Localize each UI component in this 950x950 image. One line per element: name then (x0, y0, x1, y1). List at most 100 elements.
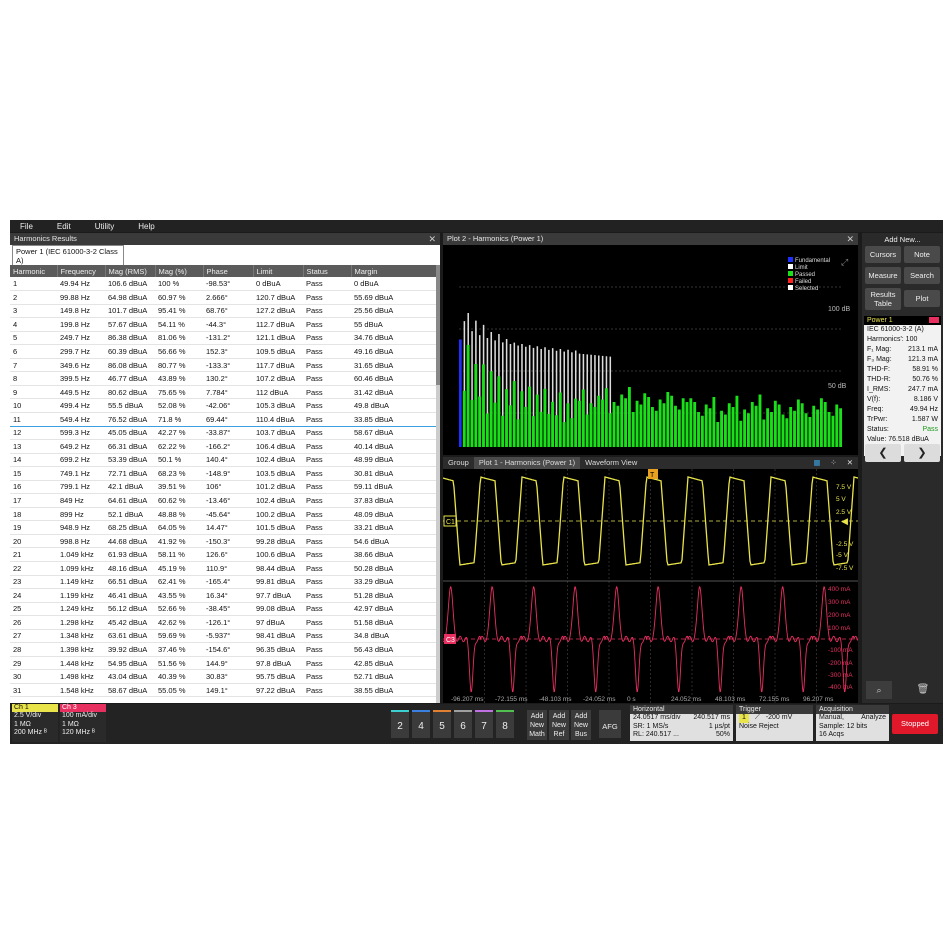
trash-icon[interactable]: 🗑 (910, 681, 936, 699)
close-icon[interactable]: ✕ (842, 457, 858, 469)
column-header[interactable]: Margin (351, 265, 436, 277)
scroll-thumb[interactable] (436, 265, 440, 385)
table-row[interactable]: 13 649.2 Hz 66.31 dBuA 62.22 % -166.2° 106.4 … (10, 439, 436, 454)
zoom-icon[interactable]: ⌕ (866, 681, 892, 699)
table-row[interactable]: 27 1.348 kHz 63.61 dBuA 59.69 % -5.937° 98.41… (10, 629, 436, 644)
table-row[interactable]: 6 299.7 Hz 60.39 dBuA 56.66 % 152.3° 109.5 dB… (10, 344, 436, 359)
table-row[interactable]: 5 249.7 Hz 86.38 dBuA 81.06 % -131.2° 121.1 d… (10, 331, 436, 346)
table-row[interactable]: 1 49.94 Hz 106.6 dBuA 100 % -98.53° 0 dBuA Pas… (10, 277, 436, 292)
measure-button[interactable]: Measure (865, 267, 901, 284)
table-row[interactable]: 2 99.88 Hz 64.98 dBuA 60.97 % 2.666° 120.7 dB… (10, 290, 436, 305)
tab-plot1[interactable]: Plot 1 - Harmonics (Power 1) (473, 457, 581, 469)
results-table-button[interactable]: Results Table (865, 288, 901, 310)
table-row[interactable]: 3 149.8 Hz 101.7 dBuA 95.41 % 68.76° 127.2 dB… (10, 304, 436, 319)
ch3-badge[interactable]: Ch 3 100 mA/div 1 MΩ 120 MHz ᴮ (60, 704, 106, 742)
passed-bar (531, 416, 535, 447)
table-row[interactable]: 25 1.249 kHz 56.12 dBuA 52.66 % -38.45° 99.08… (10, 602, 436, 617)
channel-8-button[interactable]: 8 (496, 710, 514, 738)
table-row[interactable]: 7 349.6 Hz 86.08 dBuA 80.77 % -133.3° 117.7 d… (10, 358, 436, 373)
table-row[interactable]: 4 199.8 Hz 57.67 dBuA 54.11 % -44.3° 112.7 dB… (10, 317, 436, 332)
waveform-svg[interactable]: C1 7.5 V 5 V 2.5 V -2.5 V -5 V -7.5 V T ◀ C3 400 m… (443, 469, 858, 703)
table-row[interactable]: 29 1.448 kHz 54.95 dBuA 51.56 % 144.9° 97.8 d… (10, 656, 436, 671)
table-row[interactable]: 19 948.9 Hz 68.25 dBuA 64.05 % 14.47° 101.5 d… (10, 520, 436, 535)
table-row[interactable]: 23 1.149 kHz 66.51 dBuA 62.41 % -165.4° 99.81… (10, 575, 436, 590)
table-row[interactable]: 21 1.049 kHz 61.93 dBuA 58.11 % 126.6° 100.6 … (10, 547, 436, 562)
column-header[interactable]: Status (303, 265, 352, 277)
channel-6-button[interactable]: 6 (454, 710, 472, 738)
trigger-badge[interactable]: Trigger 1 ⟋ -200 mV Noise Reject (736, 705, 813, 741)
note-button[interactable]: Note (904, 246, 940, 263)
table-row[interactable]: 15 749.1 Hz 72.71 dBuA 68.23 % -148.9° 103.5 … (10, 466, 436, 481)
run-stop-button[interactable]: Stopped (892, 714, 938, 734)
table-cell: 40.14 dBuA (351, 439, 436, 454)
channel-2-button[interactable]: 2 (391, 710, 409, 738)
table-row[interactable]: 17 849 Hz 64.61 dBuA 60.62 % -13.46° 102.4 dB… (10, 493, 436, 508)
tab-waveform-view[interactable]: Waveform View (580, 457, 642, 469)
harmonics-bar-plot[interactable]: 50 dB 100 dB Fundamental Limit Passed Failed S… (443, 245, 858, 455)
label: New (529, 722, 544, 729)
add-new-math-button[interactable]: Add New Math (527, 710, 547, 740)
label: Add (552, 713, 566, 720)
table-row[interactable]: 16 799.1 Hz 42.1 dBuA 39.51 % 106° 101.2 dBuA… (10, 480, 436, 495)
table-cell: 14 (10, 453, 57, 468)
column-header[interactable]: Frequency (57, 265, 106, 277)
passed-bar (670, 395, 674, 447)
table-row[interactable]: 24 1.199 kHz 46.41 dBuA 43.55 % 16.34° 97.7 d… (10, 588, 436, 603)
channel-7-button[interactable]: 7 (475, 710, 493, 738)
close-icon[interactable]: ✕ (428, 233, 436, 245)
legend-entry: Passed (795, 272, 815, 278)
afg-button[interactable]: AFG (599, 710, 621, 738)
column-header[interactable]: Phase (203, 265, 254, 277)
table-scrollbar[interactable] (436, 265, 440, 703)
next-icon[interactable]: ❯ (904, 444, 940, 462)
column-header[interactable]: Harmonic (10, 265, 58, 277)
table-cell: 121.1 dBuA (253, 331, 303, 346)
time-tick-label: 24.052 ms (671, 696, 702, 703)
table-row[interactable]: 10 499.4 Hz 55.5 dBuA 52.08 % -42.06° 105.3 d… (10, 398, 436, 413)
table-row[interactable]: 28 1.398 kHz 39.92 dBuA 37.46 % -154.6° 96.35… (10, 642, 436, 657)
plot-button[interactable]: Plot (904, 290, 940, 307)
grid-icon[interactable]: ⁘ (825, 457, 841, 469)
passed-bar (708, 408, 712, 447)
passed-bar (508, 405, 512, 447)
cursors-button[interactable]: Cursors (865, 246, 901, 263)
table-row[interactable]: 20 998.8 Hz 44.68 dBuA 41.92 % -150.3° 99.28 … (10, 534, 436, 549)
table-row[interactable]: 22 1.099 kHz 48.16 dBuA 45.19 % 110.9° 98.44 … (10, 561, 436, 576)
horizontal-badge[interactable]: Horizontal 24.0517 ms/div 240.517 ms SR: … (630, 705, 733, 741)
search-button[interactable]: Search (904, 267, 940, 284)
column-header[interactable]: Mag (%) (155, 265, 204, 277)
table-row[interactable]: 12 599.3 Hz 45.05 dBuA 42.27 % -33.87° 103.7 … (10, 426, 436, 441)
table-row[interactable]: 11 549.4 Hz 76.52 dBuA 71.8 % 69.44° 110.4 dB… (10, 411, 436, 427)
table-cell: 13 (10, 439, 57, 454)
table-row[interactable]: 18 899 Hz 52.1 dBuA 48.88 % -45.64° 100.2 dBu… (10, 507, 436, 522)
close-icon[interactable]: ✕ (846, 233, 854, 245)
column-header[interactable]: Limit (253, 265, 304, 277)
chart-icon[interactable]: ▦ (808, 457, 825, 469)
column-header[interactable]: Mag (RMS) (105, 265, 156, 277)
menu-file[interactable]: File (20, 222, 33, 231)
ch1-badge[interactable]: Ch 1 2.5 V/div 1 MΩ 200 MHz ᴮ (12, 704, 58, 742)
menu-help[interactable]: Help (138, 222, 154, 231)
table-row[interactable]: 8 399.5 Hz 46.77 dBuA 43.89 % 130.2° 107.2 dB… (10, 371, 436, 386)
power-row-value: 1.587 W (911, 416, 938, 423)
acquisition-badge[interactable]: Acquisition Manual, Analyze Sample: 12 bi… (816, 705, 889, 741)
channel-5-button[interactable]: 5 (433, 710, 451, 738)
tab-group[interactable]: Group (443, 457, 474, 469)
table-row[interactable]: 30 1.498 kHz 43.04 dBuA 40.39 % 30.83° 95.75 … (10, 669, 436, 684)
channel-4-button[interactable]: 4 (412, 710, 430, 738)
passed-bar (808, 417, 812, 447)
add-new-ref-button[interactable]: Add New Ref (549, 710, 569, 740)
power-badge-header: Power 1 (864, 316, 941, 325)
table-row[interactable]: 31 1.548 kHz 58.67 dBuA 55.05 % 149.1° 97.22 … (10, 683, 436, 698)
harmonics-tab[interactable]: Power 1 (IEC 61000-3-2 Class A) (12, 245, 124, 265)
menu-utility[interactable]: Utility (95, 222, 115, 231)
table-row[interactable]: 9 449.5 Hz 80.62 dBuA 75.65 % 7.784° 112 dBuA… (10, 385, 436, 400)
table-row[interactable]: 14 699.2 Hz 53.39 dBuA 50.1 % 140.4° 102.4 dB… (10, 453, 436, 468)
table-cell: 45.05 dBuA (105, 426, 155, 441)
add-new-bus-button[interactable]: Add New Bus (571, 710, 591, 740)
power-measurement-badge[interactable]: Power 1 IEC 61000-3-2 (A) Harmonics': 100… (864, 316, 941, 456)
table-row[interactable]: 26 1.298 kHz 45.42 dBuA 42.62 % -126.1° 97 dB… (10, 615, 436, 630)
menu-edit[interactable]: Edit (57, 222, 71, 231)
prev-icon[interactable]: ❮ (865, 444, 901, 462)
time-tick-label: 0 s (627, 696, 636, 703)
